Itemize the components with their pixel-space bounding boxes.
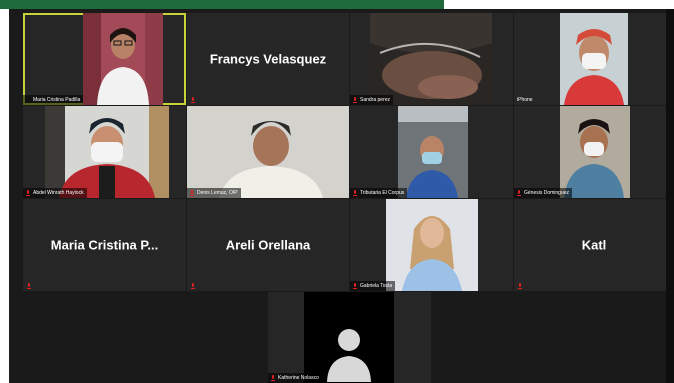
participant-name-large: Areli Orellana bbox=[225, 237, 311, 253]
video-gallery: Maria Cristina Padilla Francys Velasquez… bbox=[9, 9, 674, 383]
participant-name: iPhone bbox=[517, 97, 533, 103]
participant-tile[interactable]: Gabriela Tosta bbox=[350, 199, 513, 291]
participant-name: Denis Lemuz, OIP bbox=[187, 188, 241, 198]
participant-name: Tributaria El Corpus bbox=[350, 188, 408, 198]
participant-tile[interactable]: Katherine Nolasco bbox=[268, 292, 431, 383]
participant-name: Maria Cristina Padilla bbox=[23, 95, 84, 105]
participant-tile[interactable]: Denis Lemuz, OIP bbox=[187, 106, 349, 198]
participant-tile[interactable]: Maria Cristina P... bbox=[23, 199, 186, 291]
mic-off-icon bbox=[27, 283, 31, 289]
mic-off-icon bbox=[353, 97, 357, 103]
mic-off-icon bbox=[518, 283, 522, 289]
participant-tile[interactable]: Areli Orellana bbox=[187, 199, 349, 291]
participant-video bbox=[187, 106, 349, 198]
participant-video bbox=[386, 199, 478, 291]
participant-tile[interactable]: Maria Cristina Padilla bbox=[23, 13, 186, 105]
participant-name-large: Katl bbox=[581, 237, 607, 253]
mic-off-icon bbox=[26, 190, 30, 196]
participant-video bbox=[83, 13, 163, 105]
mic-off-icon bbox=[191, 283, 195, 289]
window-edge bbox=[666, 9, 674, 383]
participant-video bbox=[370, 13, 492, 105]
participant-video bbox=[45, 106, 169, 198]
participant-tile[interactable]: Sandra perez bbox=[350, 13, 513, 105]
participant-name: Abdel Winrath Haylock bbox=[23, 188, 87, 198]
participant-tile[interactable]: iPhone bbox=[514, 13, 674, 105]
mic-off-icon bbox=[517, 190, 521, 196]
participant-name-large: Francys Velasquez bbox=[209, 51, 327, 67]
mic-off-icon bbox=[353, 190, 357, 196]
participant-video bbox=[560, 13, 628, 105]
brand-banner bbox=[0, 0, 444, 9]
mic-off-icon bbox=[190, 190, 194, 196]
participant-tile[interactable]: Génesis Dominguez bbox=[514, 106, 674, 198]
participant-tile[interactable]: Francys Velasquez bbox=[187, 13, 349, 105]
participant-name-large: Maria Cristina P... bbox=[50, 237, 159, 253]
participant-video bbox=[398, 106, 468, 198]
participant-tile[interactable]: Katl bbox=[514, 199, 674, 291]
avatar-frame bbox=[304, 292, 394, 383]
top-bar bbox=[0, 0, 674, 9]
participant-video bbox=[560, 106, 630, 198]
mic-off-icon bbox=[191, 97, 195, 103]
participant-tile[interactable]: Abdel Winrath Haylock bbox=[23, 106, 186, 198]
mic-off-icon bbox=[271, 375, 275, 381]
participant-name: Génesis Dominguez bbox=[514, 188, 573, 198]
participant-tile[interactable]: Tributaria El Corpus bbox=[350, 106, 513, 198]
participant-name: Katherine Nolasco bbox=[268, 373, 322, 383]
mic-off-icon bbox=[353, 283, 357, 289]
person-avatar-icon bbox=[327, 329, 371, 382]
